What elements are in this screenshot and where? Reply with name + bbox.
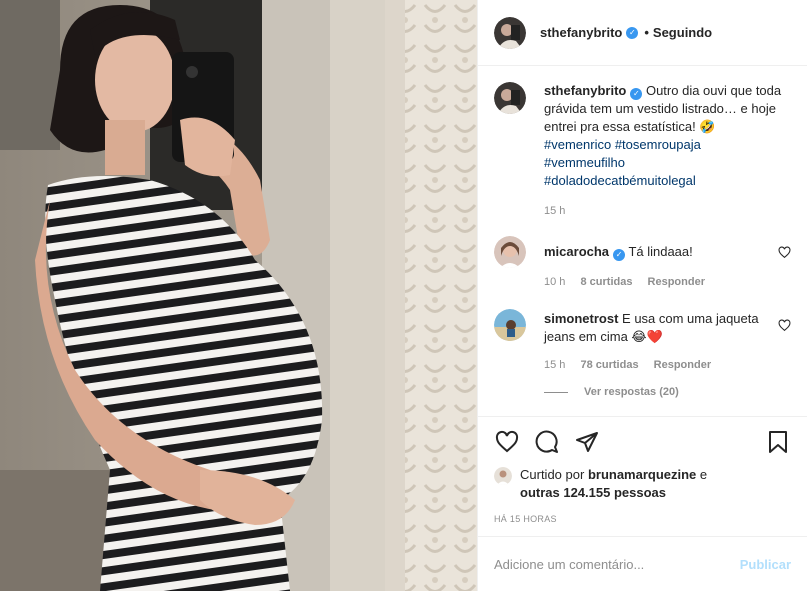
liker-username[interactable]: brunamarquezine [588,467,696,482]
like-comment-heart-icon[interactable] [778,319,791,332]
commenter-avatar[interactable] [494,309,526,341]
reply-button[interactable]: Responder [648,276,705,288]
share-icon[interactable] [574,429,600,455]
verified-icon: ✓ [613,249,626,261]
comment-item: micarocha ✓ Tá lindaaa! 10 h 8 curtidas R… [494,236,791,289]
comment-time[interactable]: 10 h [544,276,565,288]
instagram-post: sthefanybrito ✓ • Seguindo sthefanybrito… [0,0,807,591]
hashtag-link[interactable]: #vemenrico [544,137,611,152]
liked-by-prefix: Curtido por [520,467,585,482]
other-likes-link[interactable]: outras 124.155 pessoas [520,485,666,500]
hashtag-link[interactable]: #doladodecatbémuitolegal [544,173,696,188]
verified-icon: ✓ [626,26,639,39]
comment-item: simonetrost E usa com uma jaqueta jeans … [494,309,791,372]
comment-username[interactable]: micarocha [544,244,609,259]
author-avatar[interactable] [494,16,526,49]
liked-by-and: e [699,467,708,482]
like-comment-heart-icon[interactable] [778,246,791,259]
post-photo[interactable] [0,0,477,591]
publish-button[interactable]: Publicar [740,557,791,572]
caption: sthefanybrito ✓ Outro dia ouvi que toda g… [494,82,791,218]
bookmark-icon[interactable] [765,429,791,455]
comment-time[interactable]: 15 h [544,359,565,371]
comment-likes[interactable]: 8 curtidas [580,276,632,288]
view-replies-label[interactable]: Ver respostas (20) [584,386,679,398]
comment-input[interactable]: Adicione um comentário... [494,557,740,572]
follow-separator: • [644,25,649,40]
post-image [0,0,477,591]
reply-button[interactable]: Responder [654,359,711,371]
likes-summary: Curtido por brunamarquezine e outras 124… [478,466,807,502]
comment-text: Tá lindaaa! [628,244,693,259]
action-bar [478,416,807,466]
comment-icon[interactable] [534,429,560,455]
add-comment-bar: Adicione um comentário... Publicar [478,536,807,591]
comment-username[interactable]: simonetrost [544,311,618,326]
comments-section: sthefanybrito ✓ Outro dia ouvi que toda g… [478,66,807,416]
post-sidebar: sthefanybrito ✓ • Seguindo sthefanybrito… [477,0,807,591]
caption-avatar[interactable] [494,82,526,114]
view-replies-button[interactable]: Ver respostas (20) [544,386,791,398]
post-header: sthefanybrito ✓ • Seguindo [478,0,807,66]
caption-time[interactable]: 15 h [544,205,565,217]
hashtag-link[interactable]: #tosemroupaja [615,137,701,152]
liker-avatar[interactable] [494,467,512,485]
comment-likes[interactable]: 78 curtidas [580,359,638,371]
commenter-avatar[interactable] [494,236,526,268]
replies-divider [544,391,568,393]
hashtag-link[interactable]: #vemmeufilho [544,155,625,170]
post-timestamp[interactable]: HÁ 15 HORAS [478,502,807,536]
heart-icon[interactable] [494,429,520,455]
verified-icon: ✓ [630,88,643,100]
follow-button[interactable]: Seguindo [653,25,712,40]
author-username[interactable]: sthefanybrito [540,25,622,40]
caption-username[interactable]: sthefanybrito [544,83,626,98]
